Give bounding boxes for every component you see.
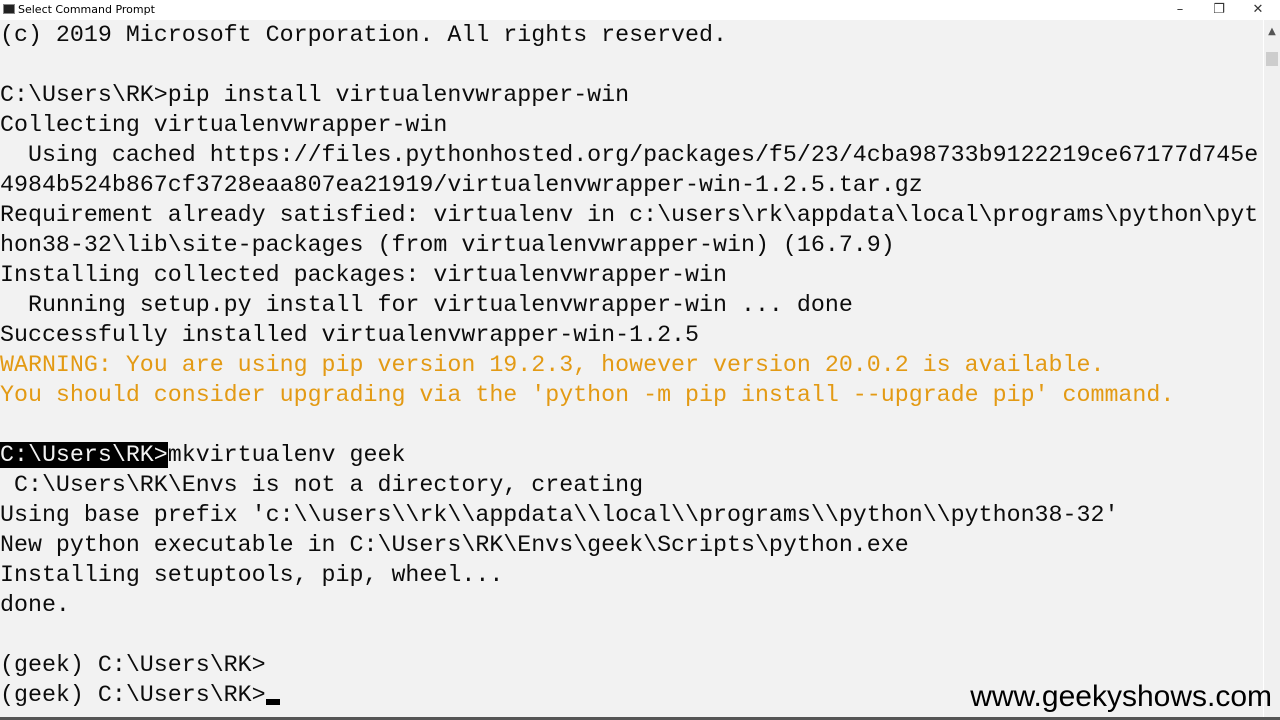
console-line: done. <box>0 592 70 618</box>
console-line: Using cached https://files.pythonhosted.… <box>0 142 1259 168</box>
console-line: 4984b524b867cf3728eaa807ea21919/virtuale… <box>0 172 923 198</box>
scroll-up-icon[interactable]: ▲ <box>1264 26 1280 37</box>
console-line: Collecting virtualenvwrapper-win <box>0 112 448 138</box>
console-line: Requirement already satisfied: virtualen… <box>0 202 1259 228</box>
console-output[interactable]: (c) 2019 Microsoft Corporation. All righ… <box>0 20 1264 720</box>
restore-button[interactable]: ❐ <box>1199 0 1239 20</box>
console-line: Running setup.py install for virtualenvw… <box>0 292 853 318</box>
console-line: hon38-32\lib\site-packages (from virtual… <box>0 232 895 258</box>
window-title: Select Command Prompt <box>18 3 155 16</box>
console-line: (geek) C:\Users\RK> <box>0 652 266 678</box>
console-line: C:\Users\RK\Envs is not a directory, cre… <box>0 472 644 498</box>
warning-line: WARNING: You are using pip version 19.2.… <box>0 352 1105 378</box>
console-line: (c) 2019 Microsoft Corporation. All righ… <box>0 22 727 48</box>
warning-line: You should consider upgrading via the 'p… <box>0 382 1175 408</box>
cmd-icon <box>3 4 15 14</box>
command-line: C:\Users\RK>mkvirtualenv geek <box>0 440 1264 470</box>
scrollbar-thumb[interactable] <box>1266 52 1278 66</box>
command-text: mkvirtualenv geek <box>167 442 406 468</box>
watermark: www.geekyshows.com <box>970 680 1272 713</box>
vertical-scrollbar[interactable]: ▲ <box>1263 20 1280 720</box>
console-line: Installing collected packages: virtualen… <box>0 262 727 288</box>
current-prompt: (geek) C:\Users\RK> <box>0 682 266 708</box>
minimize-button[interactable]: – <box>1160 0 1200 20</box>
text-cursor <box>265 699 280 705</box>
console-line: New python executable in C:\Users\RK\Env… <box>0 532 909 558</box>
console-line: C:\Users\RK>pip install virtualenvwrappe… <box>0 82 630 108</box>
selected-prompt[interactable]: C:\Users\RK> <box>0 442 168 468</box>
title-bar: Select Command Prompt – ❐ ✕ <box>0 0 1280 20</box>
console-line: Using base prefix 'c:\\users\\rk\\appdat… <box>0 502 1119 528</box>
console-line: Successfully installed virtualenvwrapper… <box>0 322 700 348</box>
console-line: Installing setuptools, pip, wheel... <box>0 562 504 588</box>
close-button[interactable]: ✕ <box>1238 0 1278 20</box>
